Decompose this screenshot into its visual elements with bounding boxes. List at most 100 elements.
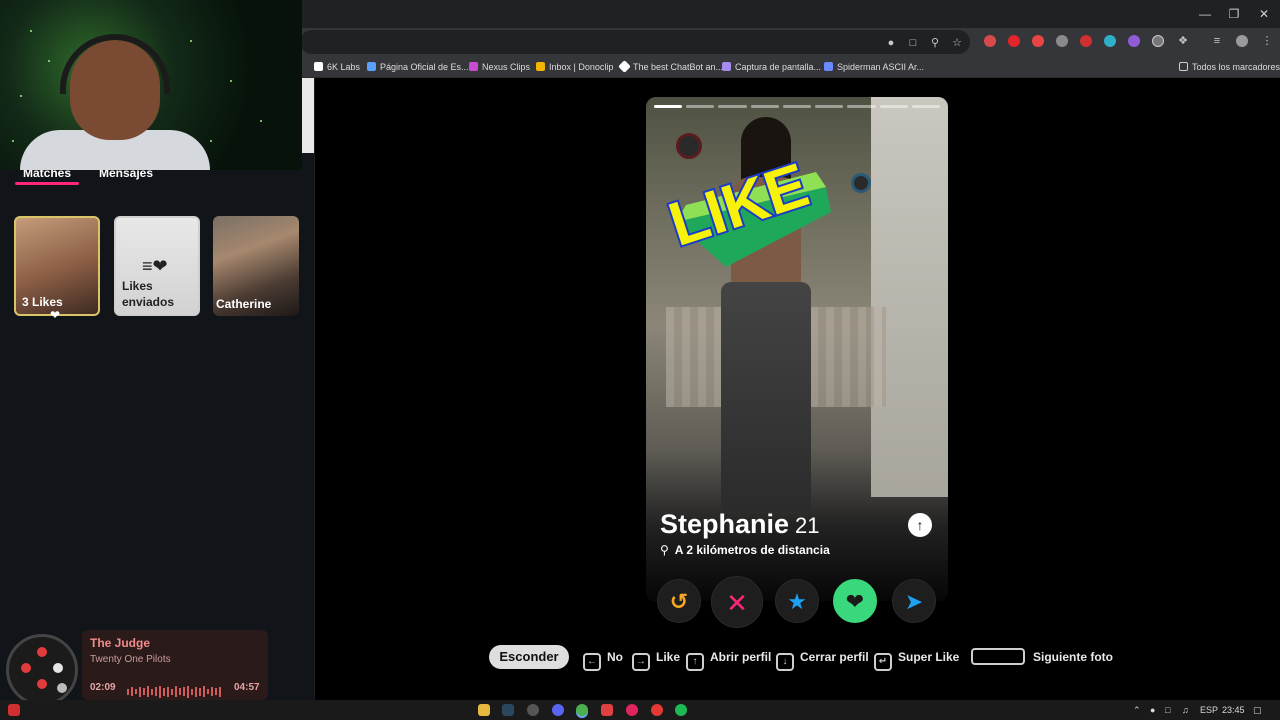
spotify-icon[interactable]	[675, 704, 687, 716]
star-icon: ★	[787, 589, 807, 614]
microphone-icon[interactable]: ●	[1150, 703, 1155, 717]
app-icon[interactable]	[527, 704, 539, 716]
bookmark-favicon-icon	[536, 62, 545, 71]
photo-pagination-segment	[782, 105, 812, 108]
extension-icon[interactable]	[1104, 35, 1116, 47]
bookmark-favicon-icon	[722, 62, 731, 71]
adblock-icon[interactable]	[1032, 35, 1044, 47]
menu-kebab-icon[interactable]: ⋮	[1260, 34, 1274, 48]
arrow-down-key-icon: ↓	[776, 653, 794, 671]
hide-shortcuts-button[interactable]: Esconder	[489, 645, 569, 669]
network-icon[interactable]: □	[1165, 703, 1170, 717]
extensions-puzzle-icon[interactable]: ❖	[1176, 34, 1190, 48]
arrow-right-key-icon: →	[632, 653, 650, 671]
all-bookmarks-folder[interactable]: Todos los marcadores	[1179, 60, 1280, 74]
nope-button[interactable]: ✕	[711, 576, 763, 628]
photo-pagination-segment	[654, 105, 683, 108]
start-icon[interactable]	[8, 704, 20, 716]
vinyl-dot	[37, 679, 47, 689]
likes-sent-label: Likes enviados	[122, 279, 175, 309]
extension-icon[interactable]	[1056, 35, 1068, 47]
shortcut-like: → Like	[632, 645, 680, 671]
volume-icon[interactable]: ♫	[1182, 703, 1189, 717]
space-key-icon	[971, 648, 1025, 665]
bookmark-item[interactable]: The best ChatBot an...	[618, 60, 723, 74]
install-app-icon[interactable]: □	[906, 36, 920, 50]
track-artist: Twenty One Pilots	[90, 654, 171, 665]
photo-pagination-segment	[879, 105, 908, 108]
close-x-icon: ✕	[726, 588, 748, 618]
location-pin-icon: ⚲	[660, 543, 669, 557]
tray-chevron-icon[interactable]: ⌃	[1133, 703, 1141, 717]
extension-icon[interactable]	[984, 35, 996, 47]
photo-pagination-segment	[847, 105, 876, 108]
bookmark-item[interactable]: Nexus Clips	[469, 60, 530, 74]
page-fragment	[302, 78, 314, 153]
bookmark-favicon-icon	[824, 62, 833, 71]
profile-name-line: Stephanie 21	[660, 509, 820, 540]
rewind-button[interactable]: ↺	[657, 579, 701, 623]
like-stamp-icon: LIKE	[659, 148, 831, 267]
profile-name: Stephanie	[660, 509, 790, 539]
photo-pagination-segment	[718, 105, 747, 108]
extension-icon[interactable]	[1080, 35, 1092, 47]
rewind-icon: ↺	[669, 589, 689, 614]
vinyl-dot	[57, 683, 67, 693]
likes-sent-card[interactable]: ≡❤ Likes enviados	[114, 216, 200, 316]
like-button[interactable]: ❤	[833, 579, 877, 623]
steam-icon[interactable]	[502, 704, 514, 716]
paper-plane-icon: ➤	[904, 589, 924, 614]
location-icon[interactable]: ●	[884, 36, 898, 50]
minimize-icon[interactable]: —	[1190, 4, 1220, 24]
reading-list-icon[interactable]: ≡	[1210, 34, 1224, 48]
profile-age: 21	[795, 513, 820, 538]
shortcut-close-profile: ↓ Cerrar perfil	[776, 645, 869, 671]
super-like-button[interactable]: ★	[775, 579, 819, 623]
info-icon[interactable]	[1152, 35, 1164, 47]
bookmark-item[interactable]: 6K Labs	[314, 60, 360, 74]
bookmark-star-icon[interactable]: ☆	[950, 36, 964, 50]
extension-icon[interactable]	[1128, 35, 1140, 47]
match-name: Catherine	[216, 297, 272, 311]
shortcut-super-like: ↵ Super Like	[874, 645, 959, 671]
extension-icon[interactable]	[1008, 35, 1020, 47]
sidebar-divider	[314, 78, 315, 700]
bookmark-favicon-icon	[618, 60, 631, 73]
photo-pagination-segment	[911, 105, 940, 108]
close-window-icon[interactable]: ✕	[1249, 4, 1279, 24]
opera-icon[interactable]	[651, 704, 663, 716]
restore-icon[interactable]: ❐	[1219, 4, 1249, 24]
vinyl-dot	[53, 663, 63, 673]
wall-record-decoration	[851, 173, 871, 193]
language-indicator[interactable]: ESP	[1200, 703, 1218, 717]
photo-background-door	[871, 97, 948, 497]
open-profile-button[interactable]: ↑	[908, 513, 932, 537]
bookmark-favicon-icon	[367, 62, 376, 71]
elapsed-time: 02:09	[90, 682, 116, 693]
bookmark-item[interactable]: Captura de pantalla...	[722, 60, 821, 74]
notifications-icon[interactable]: ▢	[1253, 703, 1262, 717]
send-message-button[interactable]: ➤	[892, 579, 936, 623]
brave-icon[interactable]	[601, 704, 613, 716]
shortcut-no: ← No	[583, 645, 623, 671]
music-player: The Judge Twenty One Pilots 02:09 04:57	[82, 630, 268, 700]
enter-key-icon: ↵	[874, 653, 892, 671]
profile-card[interactable]: LIKE Stephanie 21 ⚲ A 2 kilómetros de dist…	[646, 97, 948, 601]
match-card-catherine[interactable]: Catherine	[213, 216, 299, 316]
bookmark-item[interactable]: Spiderman ASCII Ar...	[824, 60, 924, 74]
profile-avatar-icon[interactable]	[1236, 35, 1248, 47]
bookmark-item[interactable]: Página Oficial de Es...	[367, 60, 469, 74]
discord-icon[interactable]	[552, 704, 564, 716]
bookmark-item[interactable]: Inbox | Donoclip	[536, 60, 613, 74]
file-explorer-icon[interactable]	[478, 704, 490, 716]
address-bar[interactable]: ● □ ⚲ ☆	[300, 30, 970, 54]
heart-speed-icon: ≡❤	[142, 256, 168, 276]
media-player-icon[interactable]	[626, 704, 638, 716]
arrow-left-key-icon: ←	[583, 653, 601, 671]
chrome-icon[interactable]	[576, 704, 588, 716]
album-art-vinyl	[6, 634, 78, 706]
zoom-icon[interactable]: ⚲	[928, 36, 942, 50]
likes-received-card[interactable]: 3 Likes	[14, 216, 100, 316]
clock[interactable]: 23:45	[1222, 703, 1245, 717]
arrow-up-icon: ↑	[916, 517, 924, 533]
